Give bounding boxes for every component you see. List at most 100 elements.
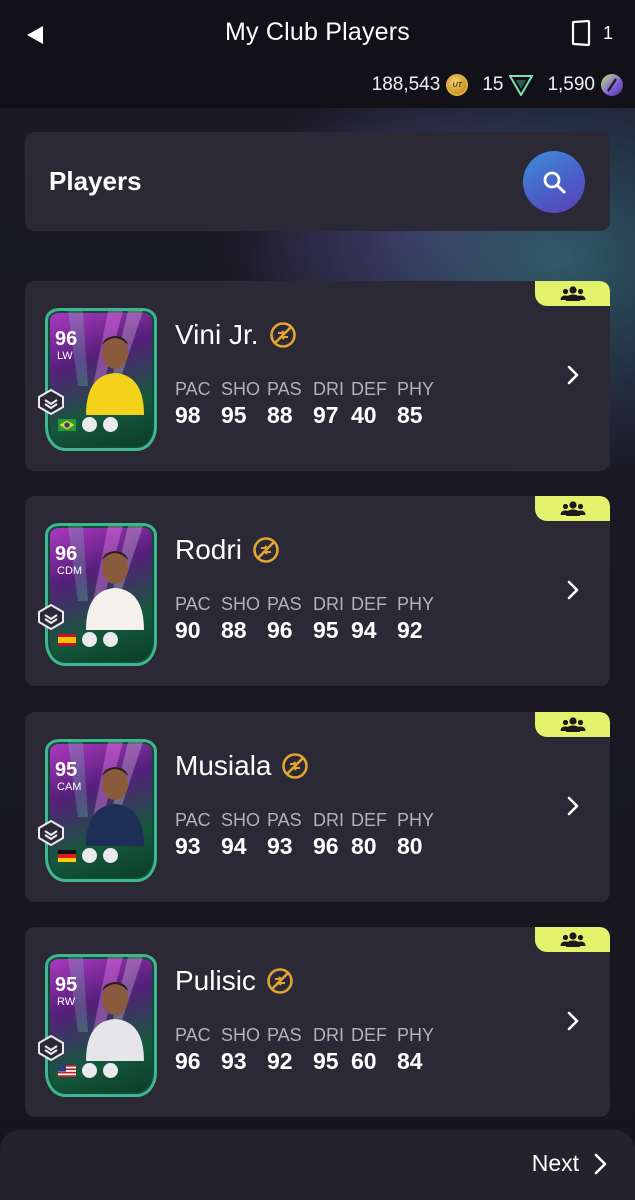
player-position: CAM (57, 781, 82, 793)
card-icons (58, 848, 118, 863)
stat-value: 60 (351, 1048, 377, 1074)
coin-icon: UT (446, 74, 469, 96)
league-icon (82, 417, 97, 432)
stat-sho: SHO 88 (221, 594, 267, 644)
stat-phy: PHY 85 (397, 379, 443, 429)
player-rating: 96 (55, 328, 78, 350)
stat-label: PHY (397, 1025, 435, 1045)
search-button[interactable] (523, 151, 585, 213)
evolution-badge-icon (38, 820, 64, 846)
stat-label: DRI (313, 594, 344, 614)
stat-value: 93 (267, 833, 293, 859)
next-label: Next (531, 1150, 579, 1176)
player-item-card: 96 CDM (38, 523, 157, 666)
points-value: 15 (482, 74, 504, 95)
squad-tag (535, 712, 610, 737)
stat-pac: PAC 98 (175, 379, 221, 429)
player-stats: PAC 90 SHO 88 PAS 96 DRI 95 DEF 94 PHY 9… (175, 594, 443, 644)
stat-value: 95 (313, 1048, 339, 1074)
stat-label: DEF (351, 379, 387, 399)
stat-label: PAS (267, 594, 302, 614)
search-icon (543, 171, 566, 194)
player-card[interactable]: 95 CAM Musiala PAC 93 SHO 94 PAS 93 DRI … (25, 712, 610, 902)
stat-pas: PAS 96 (267, 594, 313, 644)
stat-pac: PAC 93 (175, 810, 221, 860)
untradeable-icon (267, 968, 293, 994)
stat-value: 95 (221, 402, 247, 428)
player-name: Pulisic (175, 965, 256, 996)
player-rating: 95 (55, 974, 78, 996)
stat-value: 94 (351, 617, 377, 643)
stat-value: 88 (221, 617, 247, 643)
stat-def: DEF 80 (351, 810, 397, 860)
stat-pas: PAS 88 (267, 379, 313, 429)
untradeable-icon (282, 753, 309, 779)
stat-label: DEF (351, 594, 387, 614)
player-card[interactable]: 96 CDM Rodri PAC 90 SHO 88 PAS 96 DRI 95… (25, 496, 610, 686)
nation-flag-icon (58, 1064, 76, 1077)
gems-value: 1,590 (547, 74, 595, 95)
stat-label: PAC (175, 810, 211, 830)
top-bar: My Club Players 1 188,543 UT 15 1,590 (0, 0, 635, 108)
stat-label: DEF (351, 810, 387, 830)
stat-label: PHY (397, 594, 435, 614)
chevron-right-icon (567, 365, 579, 385)
coins-balance: 188,543 UT (372, 74, 469, 96)
stat-value: 95 (313, 617, 339, 643)
player-name-row: Vini Jr. (175, 319, 297, 351)
stat-dri: DRI 96 (313, 810, 351, 860)
group-icon (560, 717, 585, 732)
stat-value: 94 (221, 833, 247, 859)
stat-label: PAS (267, 379, 302, 399)
squad-slot-indicator[interactable]: 1 (569, 20, 613, 46)
chevron-right-icon (567, 796, 579, 816)
stat-pac: PAC 90 (175, 594, 221, 644)
stat-value: 92 (397, 617, 423, 643)
evolution-badge-icon (38, 389, 64, 415)
player-card[interactable]: 95 RW Pulisic PAC 96 SHO 93 PAS 92 DRI 9… (25, 927, 610, 1117)
stat-value: 88 (267, 402, 293, 428)
stat-def: DEF 94 (351, 594, 397, 644)
nation-flag-icon (58, 633, 76, 646)
card-icons (58, 632, 118, 647)
stat-value: 80 (397, 833, 423, 859)
stat-phy: PHY 84 (397, 1025, 443, 1075)
evolution-badge-icon (38, 1035, 64, 1061)
stat-sho: SHO 94 (221, 810, 267, 860)
club-icon (103, 1063, 118, 1078)
player-position: LW (57, 350, 73, 362)
stat-phy: PHY 80 (397, 810, 443, 860)
stat-value: 96 (267, 617, 293, 643)
players-search-card: Players (25, 132, 610, 231)
stat-value: 84 (397, 1048, 423, 1074)
next-button[interactable]: Next (532, 1150, 607, 1177)
stat-label: SHO (221, 594, 261, 614)
player-item-card: 96 LW (38, 308, 157, 451)
club-icon (103, 632, 118, 647)
stat-label: PAC (175, 1025, 211, 1045)
player-rating: 96 (55, 543, 78, 565)
player-rating: 95 (55, 759, 78, 781)
player-name: Rodri (175, 534, 242, 565)
squad-tag (535, 281, 610, 306)
stat-label: SHO (221, 1025, 261, 1045)
section-title: Players (49, 166, 142, 196)
player-name-row: Musiala (175, 750, 309, 782)
stat-label: PAC (175, 379, 211, 399)
stat-phy: PHY 92 (397, 594, 443, 644)
player-item-card: 95 CAM (38, 739, 157, 882)
stat-label: PAC (175, 594, 211, 614)
squad-slot-icon (571, 20, 591, 46)
stat-value: 40 (351, 402, 377, 428)
stat-value: 85 (397, 402, 423, 428)
untradeable-icon (269, 322, 296, 348)
points-balance: 15 (482, 74, 534, 96)
squad-slot-count: 1 (602, 22, 613, 43)
player-card[interactable]: 96 LW Vini Jr. PAC 98 SHO 95 PAS 88 DRI … (25, 281, 610, 471)
stat-label: PAS (267, 810, 302, 830)
stat-dri: DRI 95 (313, 594, 351, 644)
gems-balance: 1,590 (547, 74, 623, 96)
stat-value: 93 (175, 833, 201, 859)
player-position: CDM (57, 565, 83, 577)
player-stats: PAC 98 SHO 95 PAS 88 DRI 97 DEF 40 PHY 8… (175, 379, 443, 429)
